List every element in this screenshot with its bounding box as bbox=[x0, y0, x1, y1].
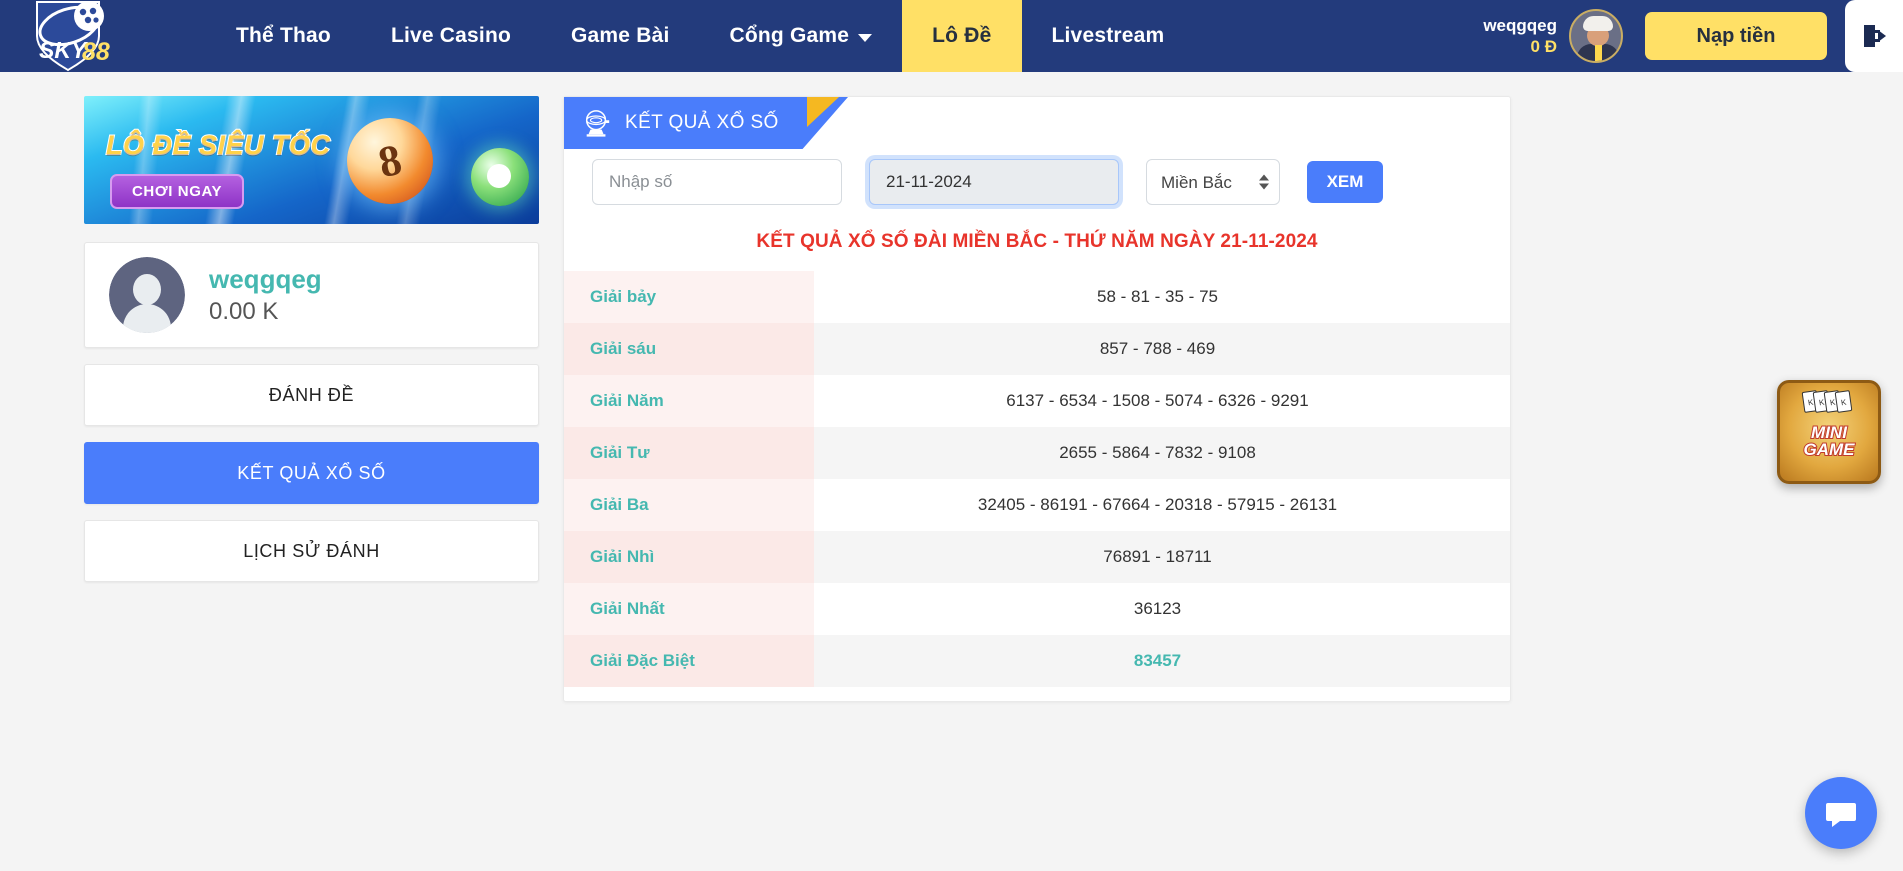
table-row: Giải Tư 2655 - 5864 - 7832 - 9108 bbox=[564, 427, 1510, 479]
corner-triangle-decoration bbox=[807, 97, 839, 127]
site-header: SKY 88 Thể Thao Live Casino Game Bài Cổn… bbox=[0, 0, 1903, 72]
prize-value: 857 - 788 - 469 bbox=[814, 323, 1510, 375]
avatar-hair bbox=[1583, 16, 1613, 31]
minigame-widget[interactable]: KKKK MINI GAME bbox=[1777, 380, 1881, 484]
avatar-tie bbox=[1595, 45, 1602, 61]
lottery-results-panel: KẾT QUẢ XỔ SỐ Miền Bắc Miền Trung Miền N… bbox=[563, 96, 1511, 702]
svg-text:88: 88 bbox=[82, 38, 110, 66]
region-select[interactable]: Miền Bắc Miền Trung Miền Nam bbox=[1146, 159, 1280, 205]
chat-support-button[interactable] bbox=[1805, 777, 1877, 849]
nav-item-live-casino[interactable]: Live Casino bbox=[361, 0, 541, 72]
prize-label: Giải Tư bbox=[564, 427, 814, 479]
prize-label: Giải Đặc Biệt bbox=[564, 635, 814, 687]
left-sidebar: LÔ ĐỀ SIÊU TỐC CHƠI NGAY weqgqeg 0.00 K … bbox=[84, 96, 539, 702]
prize-value: 36123 bbox=[814, 583, 1510, 635]
table-row: Giải Ba 32405 - 86191 - 67664 - 20318 - … bbox=[564, 479, 1510, 531]
header-account-area: weqgqeg 0 Đ Nạp tiền bbox=[1483, 0, 1903, 72]
deposit-button[interactable]: Nạp tiền bbox=[1645, 12, 1827, 60]
nav-label: Lô Đề bbox=[932, 24, 992, 47]
avatar-head bbox=[133, 274, 161, 305]
chat-icon bbox=[1826, 803, 1856, 827]
panel-header-ribbon: KẾT QUẢ XỔ SỐ bbox=[564, 97, 848, 149]
sidebar-item-ket-qua-xo-so[interactable]: KẾT QUẢ XỔ SỐ bbox=[84, 442, 539, 504]
table-row: Giải Nhì 76891 - 18711 bbox=[564, 531, 1510, 583]
prize-value: 76891 - 18711 bbox=[814, 531, 1510, 583]
prize-label: Giải Nhất bbox=[564, 583, 814, 635]
nav-item-cong-game[interactable]: Cổng Game bbox=[700, 0, 903, 72]
prize-label: Giải Năm bbox=[564, 375, 814, 427]
lottery-results-table: Giải bảy 58 - 81 - 35 - 75 Giải sáu 857 … bbox=[564, 271, 1510, 687]
nav-item-the-thao[interactable]: Thể Thao bbox=[206, 0, 361, 72]
sidebar-item-label: KẾT QUẢ XỔ SỐ bbox=[237, 462, 386, 483]
prize-label: Giải Ba bbox=[564, 479, 814, 531]
table-row: Giải Năm 6137 - 6534 - 1508 - 5074 - 632… bbox=[564, 375, 1510, 427]
table-row: Giải Nhất 36123 bbox=[564, 583, 1510, 635]
promo-cta-button[interactable]: CHƠI NGAY bbox=[110, 174, 245, 209]
prize-label: Giải Nhì bbox=[564, 531, 814, 583]
sky88-logo-icon: SKY 88 bbox=[23, 0, 127, 72]
view-results-button[interactable]: XEM bbox=[1307, 161, 1383, 203]
date-input[interactable] bbox=[869, 159, 1119, 205]
prize-value: 32405 - 86191 - 67664 - 20318 - 57915 - … bbox=[814, 479, 1510, 531]
main-navigation: Thể Thao Live Casino Game Bài Cổng Game … bbox=[206, 0, 1194, 72]
sidebar-item-lich-su-danh[interactable]: LỊCH SỬ ĐÁNH bbox=[84, 520, 539, 582]
logout-icon bbox=[1864, 25, 1886, 47]
minigame-label: MINI GAME bbox=[1803, 422, 1856, 459]
lottery-ball-8-icon bbox=[347, 118, 433, 204]
promo-title: LÔ ĐỀ SIÊU TỐC bbox=[105, 129, 331, 161]
nav-label: Thể Thao bbox=[236, 24, 331, 47]
table-row: Giải Đặc Biệt 83457 bbox=[564, 635, 1510, 687]
logout-button[interactable] bbox=[1845, 0, 1903, 72]
prize-value: 2655 - 5864 - 7832 - 9108 bbox=[814, 427, 1510, 479]
region-select-wrapper: Miền Bắc Miền Trung Miền Nam bbox=[1146, 159, 1280, 205]
prize-label: Giải sáu bbox=[564, 323, 814, 375]
profile-card: weqgqeg 0.00 K bbox=[84, 242, 539, 348]
nav-label: Live Casino bbox=[390, 24, 512, 47]
nav-label: Livestream bbox=[1051, 24, 1165, 47]
nav-label: Game Bài bbox=[571, 24, 670, 47]
lottery-ball-green-icon bbox=[471, 148, 529, 206]
promo-banner[interactable]: LÔ ĐỀ SIÊU TỐC CHƠI NGAY bbox=[84, 96, 539, 224]
number-input[interactable] bbox=[592, 159, 842, 205]
table-row: Giải bảy 58 - 81 - 35 - 75 bbox=[564, 271, 1510, 323]
table-row: Giải sáu 857 - 788 - 469 bbox=[564, 323, 1510, 375]
profile-avatar bbox=[109, 257, 185, 333]
account-balance: 0 Đ bbox=[1530, 37, 1557, 56]
nav-item-game-bai[interactable]: Game Bài bbox=[541, 0, 699, 72]
nav-label: Cổng Game bbox=[729, 24, 850, 47]
sidebar-item-label: LỊCH SỬ ĐÁNH bbox=[243, 540, 380, 561]
profile-balance: 0.00 K bbox=[209, 297, 279, 325]
chevron-down-icon bbox=[858, 33, 873, 42]
playing-cards-icon: KKKK bbox=[1801, 390, 1853, 413]
prize-value: 6137 - 6534 - 1508 - 5074 - 6326 - 9291 bbox=[814, 375, 1510, 427]
sidebar-item-danh-de[interactable]: ĐÁNH ĐỀ bbox=[84, 364, 539, 426]
account-username: weqgqeg bbox=[1483, 15, 1557, 35]
panel-title: KẾT QUẢ XỔ SỐ bbox=[625, 112, 779, 133]
page-body: LÔ ĐỀ SIÊU TỐC CHƠI NGAY weqgqeg 0.00 K … bbox=[0, 72, 1903, 849]
panel-header: KẾT QUẢ XỔ SỐ bbox=[564, 97, 1510, 149]
lottery-machine-icon bbox=[585, 110, 610, 137]
nav-item-lo-de[interactable]: Lô Đề bbox=[902, 0, 1022, 72]
account-summary[interactable]: weqgqeg 0 Đ bbox=[1483, 15, 1569, 58]
avatar[interactable] bbox=[1569, 9, 1623, 63]
profile-username: weqgqeg bbox=[209, 264, 322, 295]
nav-item-livestream[interactable]: Livestream bbox=[1022, 0, 1195, 72]
prize-value: 58 - 81 - 35 - 75 bbox=[814, 271, 1510, 323]
prize-label: Giải bảy bbox=[564, 271, 814, 323]
sidebar-item-label: ĐÁNH ĐỀ bbox=[268, 384, 355, 405]
prize-value: 83457 bbox=[814, 635, 1510, 687]
brand-logo[interactable]: SKY 88 bbox=[0, 0, 150, 72]
lottery-search-form: Miền Bắc Miền Trung Miền Nam XEM bbox=[564, 149, 1510, 205]
results-heading: KẾT QUẢ XỔ SỐ ĐÀI MIỀN BẮC - THỨ NĂM NGÀ… bbox=[756, 231, 1318, 252]
